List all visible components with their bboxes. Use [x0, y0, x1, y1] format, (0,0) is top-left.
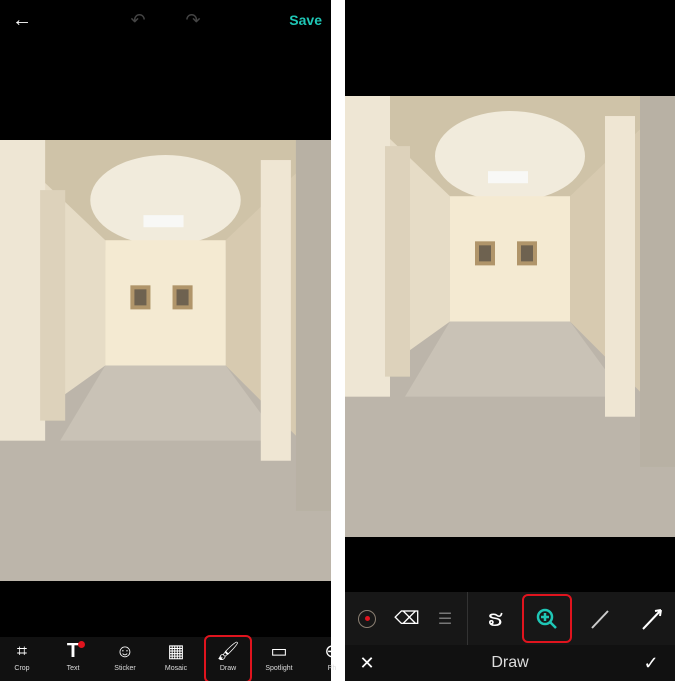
confirm-check-icon[interactable]: ✓	[641, 653, 661, 673]
tool-bar: ⌗ Crop T Text ☺ Sticker ▦ Mosaic 🖌︎ Draw ▭ Spo…	[0, 635, 340, 681]
tool-mosaic[interactable]: ▦ Mosaic	[154, 637, 198, 681]
photo-canvas[interactable]	[0, 140, 331, 581]
bottom-bar: ✕ Draw ✓	[345, 645, 675, 681]
zoom-in-icon	[536, 608, 557, 629]
mode-title: Draw	[491, 654, 529, 671]
spotlight-icon: ▭	[270, 640, 288, 661]
notification-badge	[78, 641, 86, 648]
sticker-icon: ☺	[115, 640, 135, 661]
tool-draw[interactable]: 🖌︎ Draw	[204, 635, 252, 681]
mosaic-icon: ▦	[167, 640, 185, 661]
top-bar: ← ↶ ↷ Save	[0, 0, 331, 40]
back-arrow-icon[interactable]: ←	[10, 8, 34, 32]
line-icon	[591, 609, 609, 629]
thin-line-button[interactable]	[578, 592, 622, 645]
eraser-icon: ⌫	[394, 608, 420, 628]
arrow-button[interactable]	[630, 592, 674, 645]
tool-text[interactable]: T Text	[51, 637, 95, 681]
undo-icon[interactable]: ↶	[126, 8, 150, 32]
magnify-button[interactable]	[522, 594, 572, 643]
adjust-button[interactable]: ☰	[423, 592, 467, 645]
divider	[467, 592, 468, 645]
crop-icon: ⌗	[16, 640, 28, 661]
tool-crop[interactable]: ⌗ Crop	[0, 637, 44, 681]
sliders-icon: ☰	[437, 610, 453, 628]
squiggle-icon: ຮ	[487, 605, 503, 631]
arrow-icon	[642, 608, 662, 630]
text-icon: T	[67, 637, 86, 665]
freehand-button[interactable]: ຮ	[473, 592, 517, 645]
tool-spotlight[interactable]: ▭ Spotlight	[257, 637, 301, 681]
photo-canvas[interactable]	[345, 96, 675, 537]
color-picker-button[interactable]	[345, 592, 389, 645]
editor-panel: ← ↶ ↷ Save ⌗ Crop T Text ☺ Sticker ▦ Mosaic …	[0, 0, 340, 681]
color-dot-icon	[358, 609, 376, 628]
photo-add-icon: ⊕	[324, 640, 340, 661]
draw-panel: ⌫ ☰ ຮ ✕ Draw ✓	[345, 0, 675, 681]
redo-icon[interactable]: ↷	[181, 8, 205, 32]
save-button[interactable]: Save	[289, 12, 322, 28]
tool-sticker[interactable]: ☺ Sticker	[103, 637, 147, 681]
draw-tools-row: ⌫ ☰ ຮ	[345, 592, 675, 645]
brush-icon: 🖌︎	[216, 640, 240, 661]
